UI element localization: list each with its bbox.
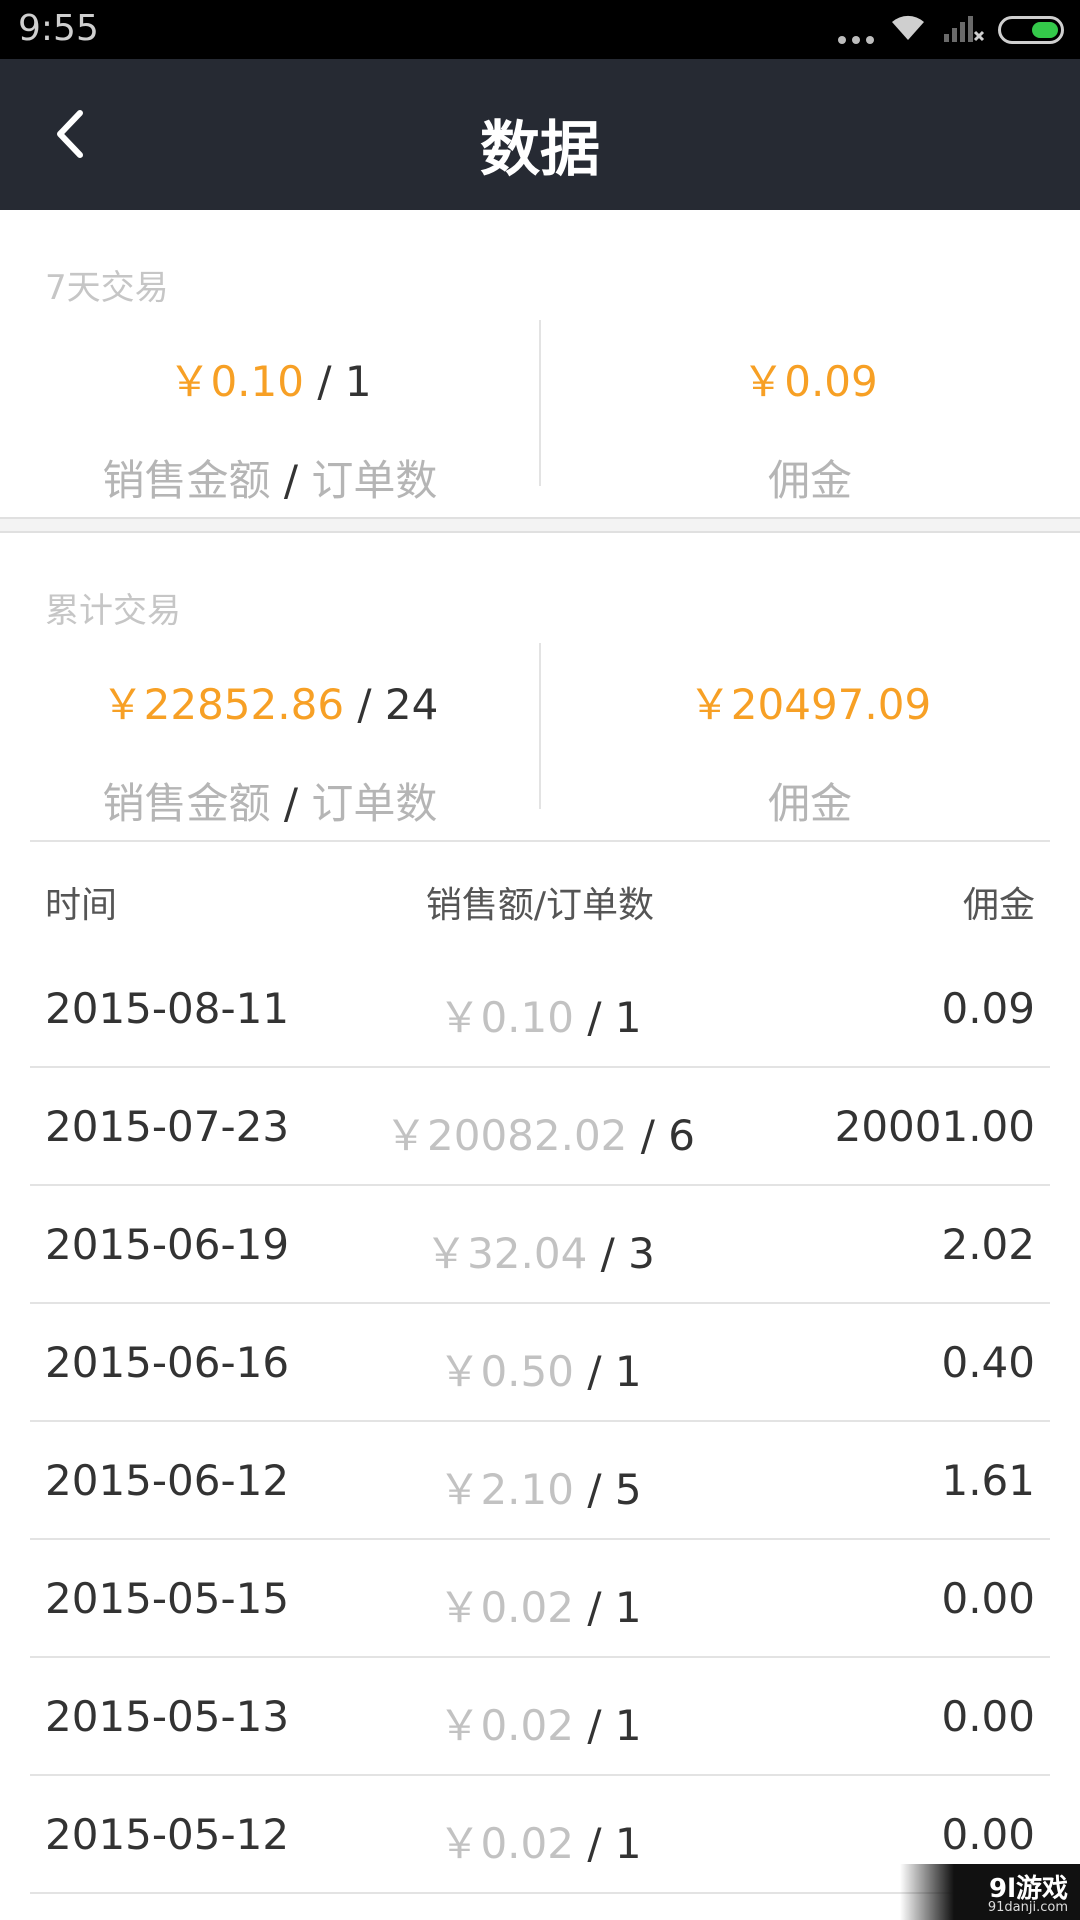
label-sales: 销售金额 (102, 779, 271, 828)
row-amount: ￥20082.02 (385, 1111, 628, 1160)
table-row[interactable]: 2015-06-16 ￥0.50 / 1 0.40 (0, 1304, 1080, 1422)
column-header-sales: 销售额/订单数 (425, 885, 655, 926)
row-orders: / 3 (587, 1229, 655, 1278)
watermark-logo: 9l游戏 91danji.com (900, 1864, 1080, 1920)
label-orders: 订单数 (311, 456, 438, 505)
row-amount: ￥32.04 (425, 1229, 588, 1278)
row-commission: 0.00 (941, 1692, 1035, 1741)
stat-label: 销售金额 / 订单数 (0, 770, 540, 831)
watermark-url: 91danji.com (987, 1900, 1068, 1915)
table-top-divider (30, 840, 1050, 842)
row-commission: 20001.00 (834, 1102, 1035, 1151)
separator: / (303, 357, 345, 406)
table-row[interactable]: 2015-06-19 ￥32.04 / 3 2.02 (0, 1186, 1080, 1304)
row-commission: 0.00 (941, 1574, 1035, 1623)
sales-amount: ￥0.10 (168, 357, 304, 406)
row-orders: / 1 (573, 993, 642, 1042)
commission-stat: ￥0.09 佣金 (540, 348, 1080, 508)
row-amount: ￥0.02 (438, 1701, 574, 1750)
stat-value: ￥22852.86 / 24 (0, 671, 540, 732)
table-row[interactable]: 2015-05-13 ￥0.02 / 1 0.00 (0, 1658, 1080, 1776)
stat-value: ￥0.10 / 1 (0, 348, 540, 409)
order-count: 1 (344, 357, 372, 406)
table-row[interactable]: 2015-08-11 ￥0.10 / 1 0.09 (0, 950, 1080, 1068)
row-divider (30, 1892, 1050, 1894)
commission-amount: ￥20497.09 (688, 680, 932, 729)
stat-value: ￥20497.09 (540, 671, 1080, 732)
sales-amount: ￥22852.86 (101, 680, 345, 729)
sales-orders-stat: ￥0.10 / 1 销售金额 / 订单数 (0, 348, 540, 508)
cumulative-section: 累计交易 ￥22852.86 / 24 销售金额 / 订单数 ￥20497.09… (0, 533, 1080, 843)
table-row[interactable]: 2015-07-23 ￥20082.02 / 6 20001.00 (0, 1068, 1080, 1186)
label-orders: 订单数 (311, 779, 438, 828)
label-sales: 销售金额 (102, 456, 271, 505)
status-bar: 9:55 (0, 0, 1080, 59)
more-dots-icon (838, 36, 874, 44)
row-amount: ￥2.10 (438, 1465, 574, 1514)
row-sales: ￥0.02 / 1 (0, 1574, 1080, 1635)
table-header: 时间 销售额/订单数 佣金 (0, 870, 1080, 930)
row-sales: ￥0.50 / 1 (0, 1338, 1080, 1399)
row-orders: / 1 (573, 1347, 642, 1396)
label-separator: / (270, 456, 312, 505)
row-commission: 0.00 (941, 1810, 1035, 1859)
stat-label: 佣金 (767, 779, 852, 828)
row-commission: 2.02 (941, 1220, 1035, 1269)
order-count: 24 (384, 680, 439, 729)
row-sales: ￥0.02 / 1 (0, 1692, 1080, 1753)
app-bar: 数据 (0, 59, 1080, 210)
stat-value: ￥0.09 (540, 348, 1080, 409)
row-amount: ￥0.10 (438, 993, 574, 1042)
row-sales: ￥0.10 / 1 (0, 984, 1080, 1045)
label-separator: / (270, 779, 312, 828)
wifi-icon (892, 15, 924, 40)
section-title: 累计交易 (45, 591, 181, 631)
stat-label: 销售金额 / 订单数 (0, 447, 540, 508)
row-orders: / 1 (573, 1701, 642, 1750)
row-orders: / 6 (627, 1111, 695, 1160)
page-title: 数据 (480, 115, 600, 185)
row-orders: / 1 (573, 1819, 642, 1868)
row-sales: ￥32.04 / 3 (0, 1220, 1080, 1281)
stat-label: 佣金 (767, 456, 852, 505)
row-commission: 1.61 (941, 1456, 1035, 1505)
commission-amount: ￥0.09 (742, 357, 878, 406)
sales-orders-stat: ￥22852.86 / 24 销售金额 / 订单数 (0, 671, 540, 831)
section-title: 7天交易 (45, 268, 169, 308)
row-commission: 0.09 (941, 984, 1035, 1033)
battery-icon (998, 16, 1064, 44)
row-orders: / 1 (573, 1583, 642, 1632)
row-orders: / 5 (573, 1465, 642, 1514)
table-row[interactable]: 2015-06-12 ￥2.10 / 5 1.61 (0, 1422, 1080, 1540)
row-commission: 0.40 (941, 1338, 1035, 1387)
row-amount: ￥0.50 (438, 1347, 574, 1396)
table-row[interactable]: 2015-05-15 ￥0.02 / 1 0.00 (0, 1540, 1080, 1658)
commission-stat: ￥20497.09 佣金 (540, 671, 1080, 831)
row-sales: ￥0.02 / 1 (0, 1810, 1080, 1871)
column-header-commission: 佣金 (962, 885, 1035, 926)
row-amount: ￥0.02 (438, 1819, 574, 1868)
signal-icon (944, 16, 985, 42)
status-time: 9:55 (18, 8, 99, 49)
seven-day-section: 7天交易 ￥0.10 / 1 销售金额 / 订单数 ￥0.09 佣金 (0, 210, 1080, 517)
section-divider (0, 517, 1080, 533)
row-sales: ￥2.10 / 5 (0, 1456, 1080, 1517)
row-amount: ￥0.02 (438, 1583, 574, 1632)
separator: / (344, 680, 385, 729)
